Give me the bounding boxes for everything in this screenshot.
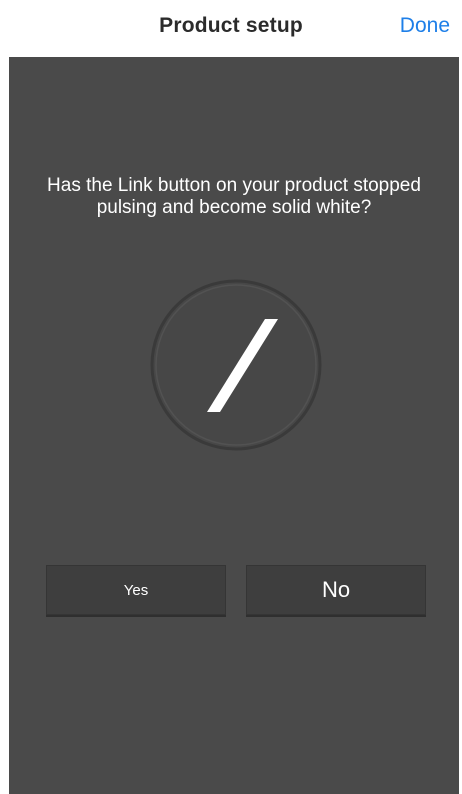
setup-question: Has the Link button on your product stop… bbox=[47, 175, 421, 218]
yes-button[interactable]: Yes bbox=[46, 565, 226, 615]
navigation-bar: Product setup Done bbox=[0, 0, 462, 56]
page-title: Product setup bbox=[159, 14, 303, 37]
link-button-led-icon bbox=[150, 279, 322, 451]
setup-panel: Has the Link button on your product stop… bbox=[9, 57, 459, 794]
done-button[interactable]: Done bbox=[400, 14, 450, 38]
no-button[interactable]: No bbox=[246, 565, 426, 615]
